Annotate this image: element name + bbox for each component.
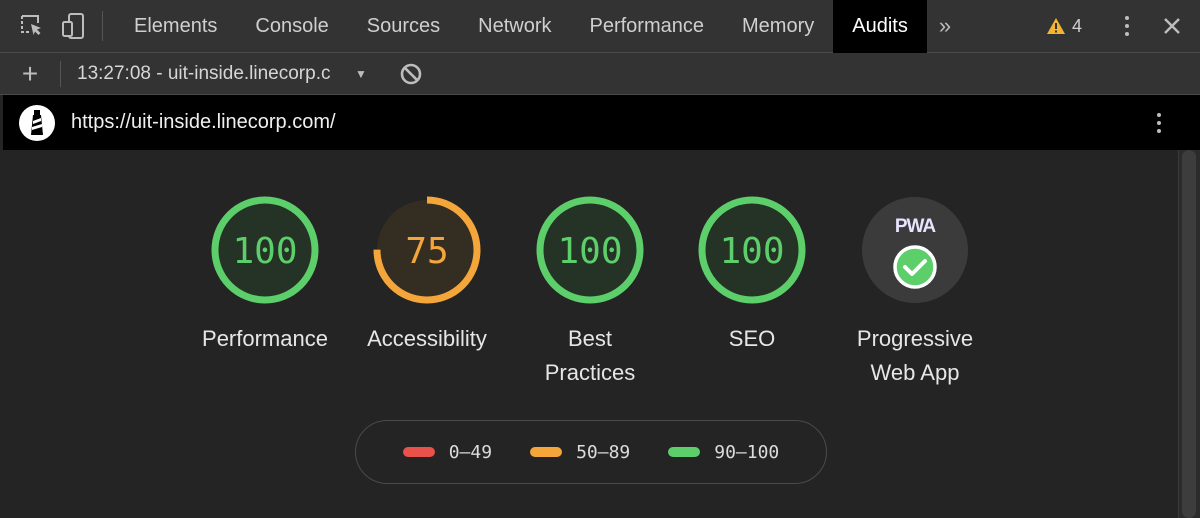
- gauge-score: 100: [557, 231, 622, 272]
- customize-menu-icon[interactable]: [1112, 16, 1142, 36]
- warning-icon: [1046, 18, 1065, 34]
- score-gauge: 100: [698, 196, 806, 304]
- pwa-badge-text: PWA: [895, 216, 937, 237]
- legend-item-average: 50–89: [530, 442, 630, 463]
- legend-item-pass: 90–100: [668, 442, 779, 463]
- score-gauge: 100: [211, 196, 319, 304]
- more-tabs-icon[interactable]: »: [927, 0, 963, 53]
- report-tools-menu-icon[interactable]: [1144, 112, 1174, 133]
- tab-memory[interactable]: Memory: [723, 0, 833, 53]
- warnings-counter[interactable]: 4: [1046, 16, 1082, 37]
- legend-swatch-orange: [530, 447, 563, 457]
- report-summary: 100 Performance 75 Accessibility 100 Bes…: [3, 150, 1178, 518]
- report-selector-label: 13:27:08 - uit-inside.linecorp.c: [77, 62, 331, 84]
- devtools-tabbar: Elements Console Sources Network Perform…: [0, 0, 1200, 53]
- legend-swatch-green: [668, 447, 701, 457]
- report-url: https://uit-inside.linecorp.com/: [71, 111, 336, 133]
- new-audit-icon[interactable]: +: [0, 54, 60, 94]
- inspect-element-icon[interactable]: [18, 12, 46, 40]
- gauge-label: Best Practices: [544, 326, 636, 385]
- scrollbar-thumb[interactable]: [1182, 150, 1196, 518]
- warning-count: 4: [1071, 15, 1082, 36]
- legend-range: 50–89: [576, 441, 631, 463]
- pwa-check-icon: [893, 245, 937, 289]
- gauge-performance[interactable]: 100 Performance: [185, 194, 345, 356]
- tabbar-divider: [102, 11, 103, 41]
- gauge-accessibility[interactable]: 75 Accessibility: [347, 194, 507, 356]
- clear-reports-icon[interactable]: [399, 62, 423, 86]
- gauge-pwa[interactable]: PWA Progressive Web App: [835, 194, 995, 390]
- audits-toolbar: + 13:27:08 - uit-inside.linecorp.c ▼: [0, 53, 1200, 95]
- score-gauge: 75: [373, 196, 481, 304]
- lighthouse-logo-icon: [19, 104, 55, 141]
- score-gauge: 100: [536, 196, 644, 304]
- gauge-label: SEO: [728, 326, 776, 351]
- legend-range: 90–100: [714, 441, 780, 463]
- dropdown-caret-icon: ▼: [355, 66, 367, 81]
- tab-elements[interactable]: Elements: [115, 0, 236, 53]
- score-legend: 0–49 50–89 90–100: [355, 420, 827, 484]
- toolbar-divider: [60, 60, 61, 87]
- gauge-score: 100: [232, 231, 297, 272]
- legend-swatch-red: [402, 447, 435, 457]
- tab-console[interactable]: Console: [236, 0, 347, 53]
- gauge-best-practices[interactable]: 100 Best Practices: [510, 194, 670, 390]
- report-selector[interactable]: 13:27:08 - uit-inside.linecorp.c ▼: [77, 63, 367, 85]
- gauge-seo[interactable]: 100 SEO: [672, 194, 832, 356]
- device-toolbar-icon[interactable]: [60, 12, 88, 40]
- legend-item-fail: 0–49: [402, 441, 493, 463]
- tab-network[interactable]: Network: [459, 0, 570, 53]
- gauge-label: Performance: [202, 326, 328, 351]
- tab-performance[interactable]: Performance: [571, 0, 724, 53]
- report-url-bar: https://uit-inside.linecorp.com/: [3, 95, 1200, 150]
- gauge-score: 100: [719, 231, 784, 272]
- pwa-badge: PWA: [862, 197, 968, 303]
- gauge-label: Accessibility: [367, 326, 487, 351]
- tab-audits[interactable]: Audits: [833, 0, 927, 53]
- gauge-label: Progressive Web App: [856, 326, 974, 385]
- close-icon[interactable]: [1158, 12, 1186, 40]
- tab-sources[interactable]: Sources: [348, 0, 459, 53]
- gauge-score: 75: [405, 231, 448, 272]
- report-scrollbar[interactable]: [1178, 150, 1200, 518]
- legend-range: 0–49: [448, 441, 493, 463]
